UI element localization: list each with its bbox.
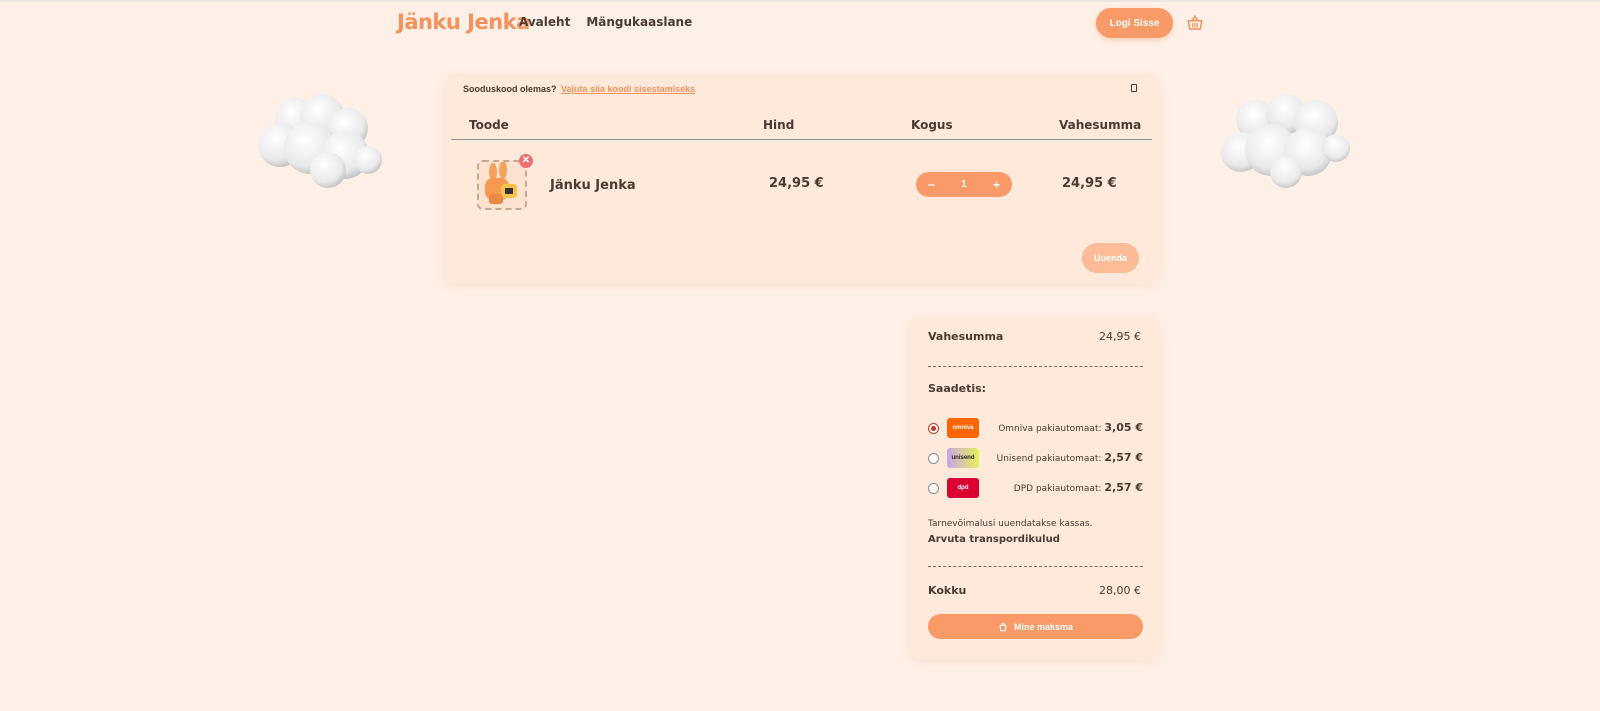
shipping-option-price: 2,57 € — [1104, 481, 1143, 494]
product-thumbnail[interactable] — [477, 160, 527, 210]
totals-subtotal-value: 24,95 € — [1099, 330, 1141, 343]
shipping-option-name: Omniva pakiautomaat: — [998, 424, 1102, 434]
totals-subtotal-label: Vahesumma — [928, 330, 1004, 343]
shipping-option-label: Omniva pakiautomaat: 3,05 € — [998, 421, 1143, 434]
shipping-option-unisend[interactable]: unisend Unisend pakiautomaat: 2,57 € — [928, 448, 1143, 468]
checkout-button-label: Mine maksma — [1013, 621, 1074, 632]
main-nav: Avaleht Mängukaaslane — [519, 15, 692, 29]
quantity-decrease-button[interactable]: − — [928, 178, 935, 192]
unisend-logo: unisend — [947, 448, 979, 468]
shipping-option-dpd[interactable]: dpd DPD pakiautomaat: 2,57 € — [928, 478, 1143, 498]
shipping-option-price: 3,05 € — [1104, 421, 1143, 434]
shipping-option-name: DPD pakiautomaat: — [1013, 484, 1102, 494]
totals-divider — [928, 566, 1143, 567]
shipping-note: Tarnevõimalusi uuendatakse kassas. — [928, 519, 1093, 529]
update-cart-button[interactable]: Uuenda — [1082, 243, 1139, 273]
quantity-increase-button[interactable]: + — [993, 178, 1000, 192]
total-value: 28,00 € — [1099, 584, 1141, 597]
shipping-radio-dpd[interactable] — [928, 483, 939, 494]
calculate-shipping-link[interactable]: Arvuta transpordikulud — [928, 534, 1060, 545]
checkout-button[interactable]: Mine maksma — [928, 614, 1143, 639]
quantity-input[interactable]: 1 — [961, 179, 967, 190]
basket-icon[interactable] — [1186, 14, 1204, 32]
login-button[interactable]: Logi Sisse — [1096, 8, 1173, 38]
header-divider — [451, 139, 1152, 140]
shipping-radio-unisend[interactable] — [928, 453, 939, 464]
column-header-product: Toode — [469, 118, 509, 132]
totals-divider — [928, 366, 1143, 367]
shipping-option-price: 2,57 € — [1104, 451, 1143, 464]
product-subtotal: 24,95 € — [1062, 176, 1117, 191]
coupon-link[interactable]: Vajuta siia koodi sisestamiseks — [561, 84, 695, 94]
shipping-radio-omniva[interactable] — [928, 423, 939, 434]
cart-card: Sooduskood olemas? Vajuta siia koodi sis… — [443, 74, 1161, 284]
coupon-text: Sooduskood olemas? — [463, 84, 557, 94]
total-label: Kokku — [928, 584, 967, 597]
column-header-quantity: Kogus — [911, 118, 953, 132]
cart-totals-card: Vahesumma 24,95 € Saadetis: omniva Omniv… — [908, 316, 1161, 660]
site-header: Jänku Jenka Avaleht Mängukaaslane Logi S… — [0, 0, 1600, 46]
site-logo[interactable]: Jänku Jenka — [397, 10, 530, 34]
nav-link-home[interactable]: Avaleht — [519, 15, 570, 29]
column-header-subtotal: Vahesumma — [1059, 118, 1142, 132]
bunny-toy-icon — [479, 162, 525, 208]
product-name[interactable]: Jänku Jenka — [550, 178, 636, 193]
shipping-label: Saadetis: — [928, 382, 987, 395]
cloud-decoration-right — [1221, 94, 1350, 188]
remove-item-button[interactable]: ✕ — [519, 154, 533, 168]
omniva-logo: omniva — [947, 418, 979, 438]
nav-link-companion[interactable]: Mängukaaslane — [586, 15, 692, 29]
shipping-option-label: DPD pakiautomaat: 2,57 € — [1014, 481, 1143, 494]
quantity-stepper: − 1 + — [916, 172, 1012, 197]
shipping-option-name: Unisend pakiautomaat: — [996, 454, 1102, 464]
shipping-option-omniva[interactable]: omniva Omniva pakiautomaat: 3,05 € — [928, 418, 1143, 438]
coupon-notice: Sooduskood olemas? Vajuta siia koodi sis… — [463, 84, 695, 94]
dpd-logo: dpd — [947, 478, 979, 498]
product-price: 24,95 € — [769, 176, 824, 191]
shopping-bag-icon — [999, 622, 1007, 631]
shipping-option-label: Unisend pakiautomaat: 2,57 € — [997, 451, 1143, 464]
column-header-price: Hind — [763, 118, 795, 132]
coupon-toggle-icon[interactable] — [1131, 84, 1137, 92]
cloud-decoration-left — [258, 94, 382, 188]
